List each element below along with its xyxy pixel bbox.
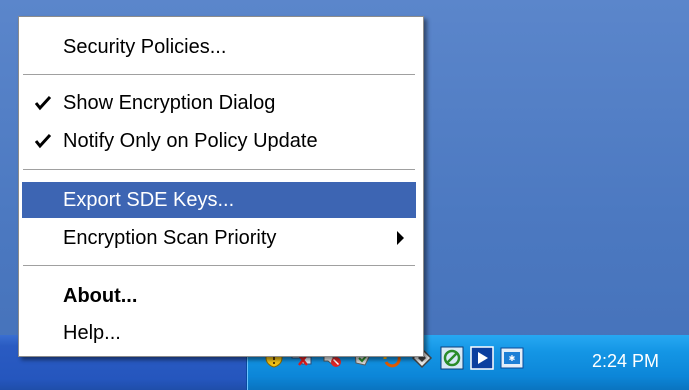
menu-item-export-sde-keys[interactable]: Export SDE Keys...: [22, 182, 416, 218]
svg-text:✱: ✱: [509, 354, 516, 363]
sync-app-icon[interactable]: [440, 346, 464, 370]
media-play-icon[interactable]: [470, 346, 494, 370]
menu-item-security-policies[interactable]: Security Policies...: [22, 29, 416, 65]
menu-separator: [23, 265, 415, 267]
menu-item-encryption-scan-priority[interactable]: Encryption Scan Priority: [22, 220, 416, 256]
submenu-arrow-icon: [397, 231, 404, 245]
menu-item-label: Encryption Scan Priority: [63, 227, 277, 249]
menu-item-label: About...: [63, 285, 138, 307]
menu-item-label: Notify Only on Policy Update: [63, 130, 318, 152]
menu-separator: [23, 74, 415, 76]
menu-separator: [23, 169, 415, 171]
menu-item-label: Help...: [63, 322, 121, 344]
menu-item-label: Show Encryption Dialog: [63, 92, 276, 114]
menu-item-about[interactable]: About...: [22, 278, 416, 314]
menu-item-label: Export SDE Keys...: [63, 189, 235, 211]
checkmark-icon: [35, 95, 51, 111]
menu-item-help[interactable]: Help...: [22, 315, 416, 351]
checkmark-icon: [35, 133, 51, 149]
tray-context-menu: Security Policies... Show Encryption Dia…: [18, 16, 424, 357]
menu-item-notify-only-on-policy-update[interactable]: Notify Only on Policy Update: [22, 123, 416, 159]
menu-item-show-encryption-dialog[interactable]: Show Encryption Dialog: [22, 85, 416, 121]
encryption-app-icon[interactable]: ✱: [500, 346, 524, 370]
tray-clock[interactable]: 2:24 PM: [592, 350, 684, 372]
menu-item-label: Security Policies...: [63, 36, 227, 58]
